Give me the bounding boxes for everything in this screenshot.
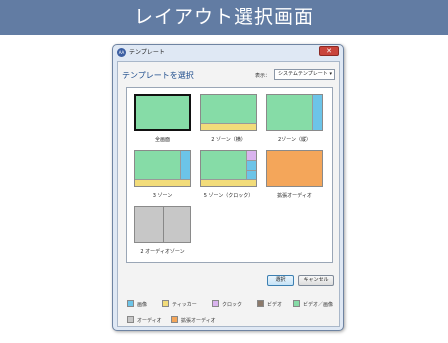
legend-swatch-video-image [293,300,300,307]
close-button[interactable]: ✕ [319,46,339,56]
audio-zone [163,207,190,242]
video-image-zone [201,151,246,179]
legend-swatch-clock [212,300,219,307]
layout-label: 2 オーディオゾーン [140,249,185,255]
dialog-content: テンプレートを選択 表示： システムテンプレート ▾ 全画面 2 ゾーン（横） [117,61,340,327]
legend-swatch-video [257,300,264,307]
layout-label: 5 ゾーン（クロック） [203,193,254,199]
layout-thumbnail [134,94,191,131]
layout-label: 拡張オーディオ [277,193,312,199]
title-bar: AA テンプレート ✕ [113,45,343,61]
select-button[interactable]: 選択 [267,275,294,286]
layout-thumbnail [200,150,257,187]
page-banner-title: レイアウト選択画面 [0,0,448,35]
layout-label: 3 ゾーン [152,193,173,199]
layout-thumbnail [266,94,323,131]
layout-gallery: 全画面 2 ゾーン（横） 2ゾーン（縦） 3 ゾーン 5 ゾーン（クロック） 拡… [126,87,333,263]
legend-swatch-audio [127,316,134,323]
legend-label-ticker: ティッカー [172,302,197,308]
legend-label-image: 画像 [137,302,148,308]
layout-label: 2ゾーン（縦） [278,137,311,143]
template-dialog: AA テンプレート ✕ テンプレートを選択 表示： システムテンプレート ▾ 全… [112,44,344,331]
layout-thumbnail [134,206,191,243]
legend-swatch-extended-audio [171,316,178,323]
video-image-zone [267,95,312,130]
legend-label-audio: オーディオ [137,318,162,324]
chevron-down-icon: ▾ [329,71,332,77]
layout-label: 2 ゾーン（横） [211,137,246,143]
image-zone [246,170,256,179]
video-image-zone [201,95,256,123]
image-zone [312,95,322,130]
image-zone [180,151,190,179]
legend-swatch-image [127,300,134,307]
legend-label-video-image: ビデオ／画像 [303,302,334,308]
layout-label: 全画面 [154,137,170,143]
layout-thumbnail [134,150,191,187]
legend-label-clock: クロック [222,302,243,308]
legend-label-extended-audio: 拡張オーディオ [181,318,216,324]
legend-swatch-ticker [162,300,169,307]
layout-thumbnail [200,94,257,131]
legend-label-video: ビデオ [267,302,283,308]
ticker-zone [201,123,256,130]
ticker-zone [135,179,190,186]
template-type-select[interactable]: システムテンプレート ▾ [274,69,335,80]
image-zone [246,160,256,170]
ticker-zone [201,179,256,186]
template-type-value: システムテンプレート [278,71,328,77]
window-title: テンプレート [129,49,165,56]
app-icon: AA [117,48,126,57]
video-image-zone [136,96,189,129]
display-label: 表示： [255,73,271,79]
extended-audio-zone [267,151,322,186]
cancel-button[interactable]: キャンセル [298,275,334,286]
audio-zone [135,207,163,242]
dialog-heading: テンプレートを選択 [122,71,194,80]
clock-zone [246,151,256,160]
video-image-zone [135,151,180,179]
layout-thumbnail [266,150,323,187]
